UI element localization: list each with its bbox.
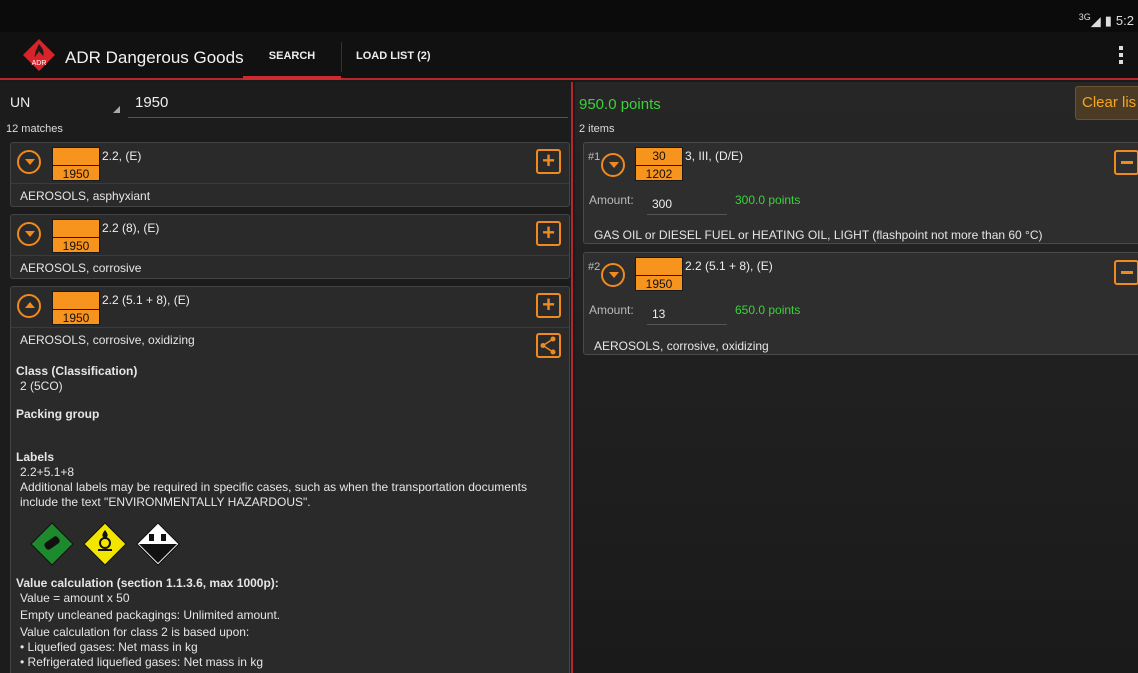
substance-name: AEROSOLS, corrosive, oxidizing	[20, 333, 195, 347]
expand-icon[interactable]	[17, 150, 41, 174]
add-to-load-button[interactable]: +	[536, 221, 561, 246]
corrosive-label-icon	[136, 522, 180, 566]
search-pane: UN 12 matches 1950 2.2, (E) + AEROSOLS, …	[0, 82, 573, 673]
hazard-id: 30	[652, 149, 666, 163]
un-number: 1950	[53, 309, 99, 325]
add-to-load-button[interactable]: +	[536, 149, 561, 174]
adr-logo-icon: ADR	[23, 39, 55, 71]
hazard-plate: 1950	[52, 219, 100, 253]
battery-icon: ▮	[1104, 12, 1112, 28]
packing-group-heading: Packing group	[16, 407, 100, 421]
svg-text:ADR: ADR	[32, 60, 47, 67]
value-calc-heading: Value calculation (section 1.1.3.6, max …	[16, 576, 279, 590]
item-index: #2	[588, 261, 601, 273]
tab-indicator	[243, 76, 341, 80]
collapse-icon[interactable]	[17, 294, 41, 318]
expand-icon[interactable]	[17, 222, 41, 246]
class-value: 2 (5CO)	[20, 379, 63, 393]
oxidizer-label-icon	[83, 522, 127, 566]
non-flammable-gas-label-icon	[30, 522, 74, 566]
hazard-id	[53, 148, 99, 164]
signal-icon: 3G◢	[1078, 12, 1101, 29]
value-line: • Liquefied gases: Net mass in kg	[20, 640, 198, 654]
hazard-labels	[30, 522, 566, 566]
action-bar: ADR ADR Dangerous Goods SEARCH LOAD LIST…	[0, 32, 1138, 80]
item-points: 300.0 points	[735, 193, 801, 207]
item-count: 2 items	[579, 123, 615, 135]
tab-load-list[interactable]: LOAD LIST (2)	[356, 50, 431, 62]
search-type-value: UN	[10, 94, 31, 110]
hazard-class: 2.2 (8), (E)	[102, 221, 160, 235]
hazard-plate: 1950	[52, 147, 100, 181]
un-number: 1950	[53, 165, 99, 181]
hazard-id	[53, 292, 99, 308]
hazard-class: 2.2 (5.1 + 8), (E)	[685, 259, 773, 273]
search-row: UN	[0, 82, 571, 122]
labels-heading: Labels	[16, 450, 55, 464]
hazard-id	[53, 220, 99, 236]
amount-label: Amount:	[589, 303, 634, 317]
value-line: Empty uncleaned packagings: Unlimited am…	[20, 608, 281, 622]
amount-label: Amount:	[589, 193, 634, 207]
tab-search[interactable]: SEARCH	[243, 50, 341, 62]
expand-icon[interactable]	[601, 263, 625, 287]
search-input[interactable]	[128, 88, 568, 118]
total-points: 950.0 points	[579, 96, 661, 113]
substance-name: AEROSOLS, corrosive	[20, 261, 142, 275]
hazard-class: 2.2 (5.1 + 8), (E)	[102, 293, 190, 307]
dropdown-arrow-icon	[113, 106, 120, 113]
result-card[interactable]: 1950 2.2 (8), (E) + AEROSOLS, corrosive	[10, 214, 570, 279]
load-list-pane: 950.0 points Clear lis 2 items #1 30 120…	[575, 82, 1138, 673]
substance-details: Class (Classification) 2 (5CO) Packing g…	[16, 364, 566, 670]
labels-note: Additional labels may be required in spe…	[20, 480, 527, 509]
substance-name: AEROSOLS, asphyxiant	[20, 189, 151, 203]
hazard-plate: 1950	[52, 291, 100, 325]
hazard-id	[636, 258, 682, 274]
substance-name: GAS OIL or DIESEL FUEL or HEATING OIL, L…	[594, 228, 1043, 242]
status-icons: 3G◢ ▮ 5:2	[1079, 12, 1134, 29]
hazard-class: 3, III, (D/E)	[685, 149, 744, 163]
amount-input[interactable]	[647, 303, 727, 325]
status-time: 5:2	[1115, 13, 1134, 29]
value-line: Value = amount x 50	[20, 591, 130, 605]
match-count: 12 matches	[6, 123, 63, 135]
item-index: #1	[588, 151, 601, 163]
status-bar: 3G◢ ▮ 5:2	[0, 0, 1138, 32]
hazard-plate: 30 1202	[635, 147, 683, 181]
overflow-menu-icon[interactable]	[1119, 46, 1124, 64]
item-points: 650.0 points	[735, 303, 801, 317]
search-type-select[interactable]: UN	[10, 94, 120, 113]
substance-name: AEROSOLS, corrosive, oxidizing	[594, 339, 769, 353]
un-number: 1950	[53, 237, 99, 253]
app-title: ADR Dangerous Goods	[65, 48, 244, 67]
expand-icon[interactable]	[601, 153, 625, 177]
amount-input[interactable]	[647, 193, 727, 215]
tab-divider	[341, 42, 342, 72]
result-card[interactable]: 1950 2.2, (E) + AEROSOLS, asphyxiant	[10, 142, 570, 207]
class-heading: Class (Classification)	[16, 364, 138, 378]
hazard-class: 2.2, (E)	[102, 149, 142, 163]
load-item[interactable]: #2 1950 2.2 (5.1 + 8), (E) Amount: 650.0…	[583, 252, 1138, 355]
hazard-plate: 1950	[635, 257, 683, 291]
clear-list-button[interactable]: Clear lis	[1075, 86, 1138, 120]
labels-value: 2.2+5.1+8	[20, 465, 75, 479]
un-number: 1202	[636, 165, 682, 181]
load-item[interactable]: #1 30 1202 3, III, (D/E) Amount: 300.0 p…	[583, 142, 1138, 244]
value-line: • Refrigerated liquefied gases: Net mass…	[20, 655, 263, 669]
un-number: 1950	[636, 275, 682, 291]
add-to-load-button[interactable]: +	[536, 293, 561, 318]
value-line: Value calculation for class 2 is based u…	[20, 625, 250, 639]
remove-item-button[interactable]	[1114, 150, 1138, 175]
share-icon[interactable]	[536, 333, 561, 358]
remove-item-button[interactable]	[1114, 260, 1138, 285]
